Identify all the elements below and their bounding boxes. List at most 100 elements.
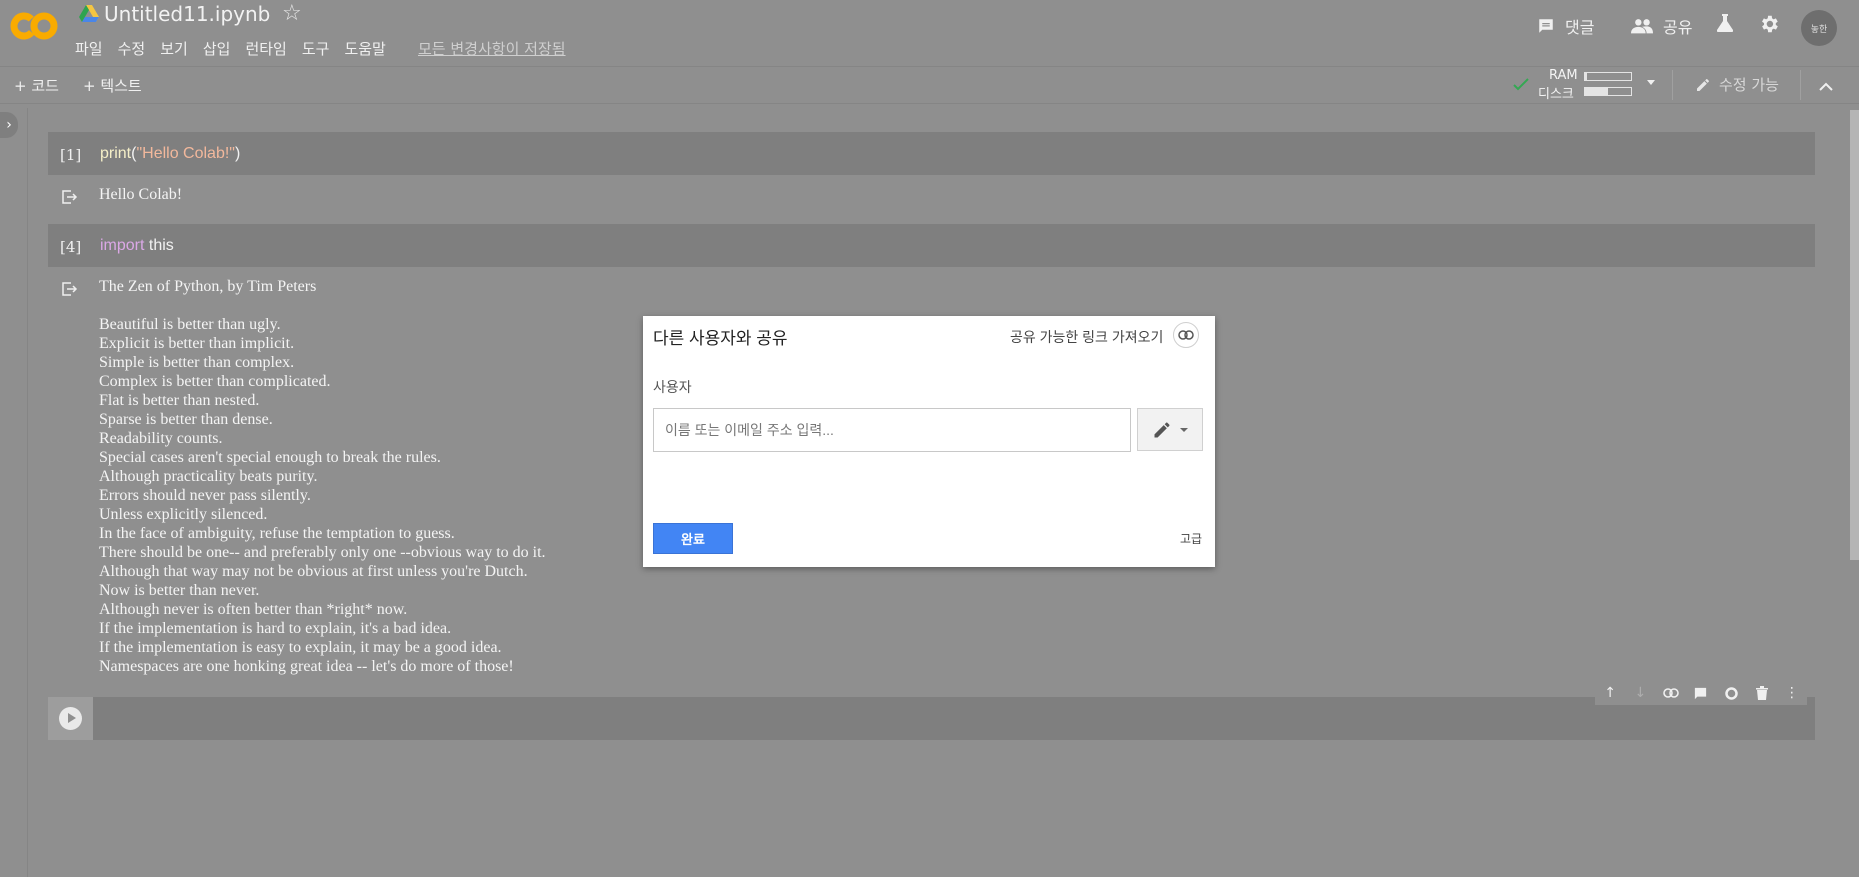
share-button[interactable]: 공유 bbox=[1631, 14, 1692, 38]
menu-runtime[interactable]: 런타임 bbox=[245, 38, 286, 59]
output-line: Although never is often better than *rig… bbox=[99, 601, 408, 618]
toolbar-divider-2 bbox=[1800, 70, 1801, 100]
output-line: If the implementation is easy to explain… bbox=[99, 639, 502, 656]
execution-count: [1] bbox=[60, 146, 82, 164]
code-cell[interactable] bbox=[48, 132, 1815, 175]
resource-monitor[interactable]: RAM 디스크 bbox=[1538, 68, 1648, 102]
move-up-icon[interactable]: ↑ bbox=[1601, 684, 1619, 702]
output-line: Explicit is better than implicit. bbox=[99, 335, 295, 352]
run-cell-button[interactable] bbox=[59, 707, 82, 730]
pencil-icon bbox=[1697, 78, 1709, 91]
dialog-title: 다른 사용자와 공유 bbox=[653, 329, 788, 348]
add-text-button[interactable]: + 텍스트 bbox=[83, 75, 142, 96]
scrollbar[interactable] bbox=[1850, 110, 1859, 560]
cell-code[interactable]: import this bbox=[100, 237, 174, 255]
chevron-right-icon: › bbox=[6, 117, 12, 133]
connected-check-icon bbox=[1513, 76, 1529, 95]
menu-edit[interactable]: 수정 bbox=[118, 38, 146, 59]
trash-icon[interactable] bbox=[1753, 684, 1771, 702]
cell-toolbar: ↑ ↓ ⋮ bbox=[1595, 681, 1807, 705]
colab-logo[interactable] bbox=[10, 6, 60, 46]
output-title: The Zen of Python, by Tim Peters bbox=[99, 278, 317, 295]
output-line: Special cases aren't special enough to b… bbox=[99, 449, 441, 466]
output-line: Sparse is better than dense. bbox=[99, 411, 273, 428]
disk-bar-fill bbox=[1585, 88, 1608, 95]
output-line: Although practicality beats purity. bbox=[99, 468, 318, 485]
output-line: Errors should never pass silently. bbox=[99, 487, 311, 504]
ram-bar-fill bbox=[1585, 73, 1588, 80]
output-line: Unless explicitly silenced. bbox=[99, 506, 268, 523]
drive-icon[interactable] bbox=[79, 5, 99, 23]
done-button[interactable]: 완료 bbox=[653, 523, 733, 554]
link-icon[interactable] bbox=[1173, 322, 1199, 348]
add-code-button[interactable]: + 코드 bbox=[14, 75, 59, 96]
advanced-link[interactable]: 고급 bbox=[1180, 530, 1202, 547]
save-status-link[interactable]: 모든 변경사항이 저장됨 bbox=[418, 38, 566, 59]
chevron-down-icon bbox=[1180, 427, 1188, 432]
output-line: In the face of ambiguity, refuse the tem… bbox=[99, 525, 455, 542]
code-paren-close: ) bbox=[234, 145, 241, 162]
ram-bar bbox=[1584, 72, 1632, 81]
output-line: Beautiful is better than ugly. bbox=[99, 316, 281, 333]
output-line: Now is better than never. bbox=[99, 582, 260, 599]
menu-help[interactable]: 도움말 bbox=[344, 38, 385, 59]
star-icon[interactable]: ☆ bbox=[282, 1, 302, 26]
menu-tools[interactable]: 도구 bbox=[302, 38, 330, 59]
cell-code[interactable]: print("Hello Colab!") bbox=[100, 145, 240, 163]
output-line: There should be one-- and preferably onl… bbox=[99, 544, 546, 561]
output-line: If the implementation is hard to explain… bbox=[99, 620, 452, 637]
email-input-placeholder: 이름 또는 이메일 주소 입력... bbox=[665, 422, 834, 438]
flask-icon bbox=[1717, 14, 1733, 32]
settings-button[interactable] bbox=[1758, 13, 1790, 35]
avatar[interactable]: 놓한 bbox=[1801, 10, 1837, 46]
permission-dropdown[interactable] bbox=[1137, 408, 1203, 451]
app-header: Untitled11.ipynb ☆ 파일 수정 보기 삽입 런타임 도구 도움… bbox=[0, 0, 1859, 66]
gear-icon bbox=[1762, 15, 1778, 33]
disk-label: 디스크 bbox=[1538, 87, 1574, 102]
execution-count: [4] bbox=[60, 238, 82, 256]
lab-button[interactable] bbox=[1717, 14, 1743, 32]
menu-view[interactable]: 보기 bbox=[160, 38, 188, 59]
code-keyword: import bbox=[100, 237, 145, 254]
gear-icon[interactable] bbox=[1722, 684, 1740, 702]
move-down-icon[interactable]: ↓ bbox=[1631, 684, 1649, 702]
ram-label: RAM bbox=[1549, 68, 1578, 83]
pencil-icon bbox=[1154, 422, 1170, 437]
comment-icon[interactable] bbox=[1692, 684, 1710, 702]
link-icon[interactable] bbox=[1662, 684, 1680, 702]
share-label: 공유 bbox=[1663, 18, 1693, 37]
email-input[interactable]: 이름 또는 이메일 주소 입력... bbox=[653, 408, 1131, 452]
toolbar-divider bbox=[1672, 70, 1673, 100]
notebook-title[interactable]: Untitled11.ipynb bbox=[104, 2, 270, 26]
output-line: Namespaces are one honking great idea --… bbox=[99, 658, 514, 675]
users-label: 사용자 bbox=[653, 379, 692, 395]
sidebar-toggle-button[interactable]: › bbox=[0, 112, 18, 138]
comments-button[interactable]: 댓글 bbox=[1537, 14, 1594, 38]
share-dialog: 다른 사용자와 공유 공유 가능한 링크 가져오기 사용자 이름 또는 이메일 … bbox=[643, 316, 1215, 567]
menu-file[interactable]: 파일 bbox=[75, 38, 103, 59]
output-line: Although that way may not be obvious at … bbox=[99, 563, 528, 580]
output-icon[interactable] bbox=[62, 281, 78, 296]
content-left-border bbox=[27, 108, 28, 877]
menu-bar: 파일 수정 보기 삽입 런타임 도구 도움말 bbox=[75, 38, 401, 59]
get-shareable-link[interactable]: 공유 가능한 링크 가져오기 bbox=[1010, 327, 1163, 347]
people-icon bbox=[1631, 19, 1653, 34]
code-string: "Hello Colab!" bbox=[136, 145, 235, 162]
collapse-header-icon[interactable] bbox=[1819, 76, 1833, 95]
empty-code-cell[interactable] bbox=[48, 697, 1815, 740]
output-icon[interactable] bbox=[62, 189, 78, 204]
more-vert-icon[interactable]: ⋮ bbox=[1783, 684, 1801, 702]
output-line: Simple is better than complex. bbox=[99, 354, 295, 371]
edit-mode-button[interactable]: 수정 가능 bbox=[1695, 74, 1779, 95]
code-function: print bbox=[100, 145, 132, 162]
cell-output: Beautiful is better than ugly. Explicit i… bbox=[99, 315, 546, 676]
code-module: this bbox=[144, 237, 174, 254]
output-line: Readability counts. bbox=[99, 430, 223, 447]
edit-mode-label: 수정 가능 bbox=[1719, 76, 1779, 94]
menu-insert[interactable]: 삽입 bbox=[203, 38, 231, 59]
output-line: Complex is better than complicated. bbox=[99, 373, 331, 390]
disk-bar bbox=[1584, 87, 1632, 96]
code-cell[interactable] bbox=[48, 224, 1815, 267]
resource-dropdown-icon[interactable] bbox=[1647, 80, 1655, 85]
comment-icon bbox=[1539, 19, 1553, 33]
